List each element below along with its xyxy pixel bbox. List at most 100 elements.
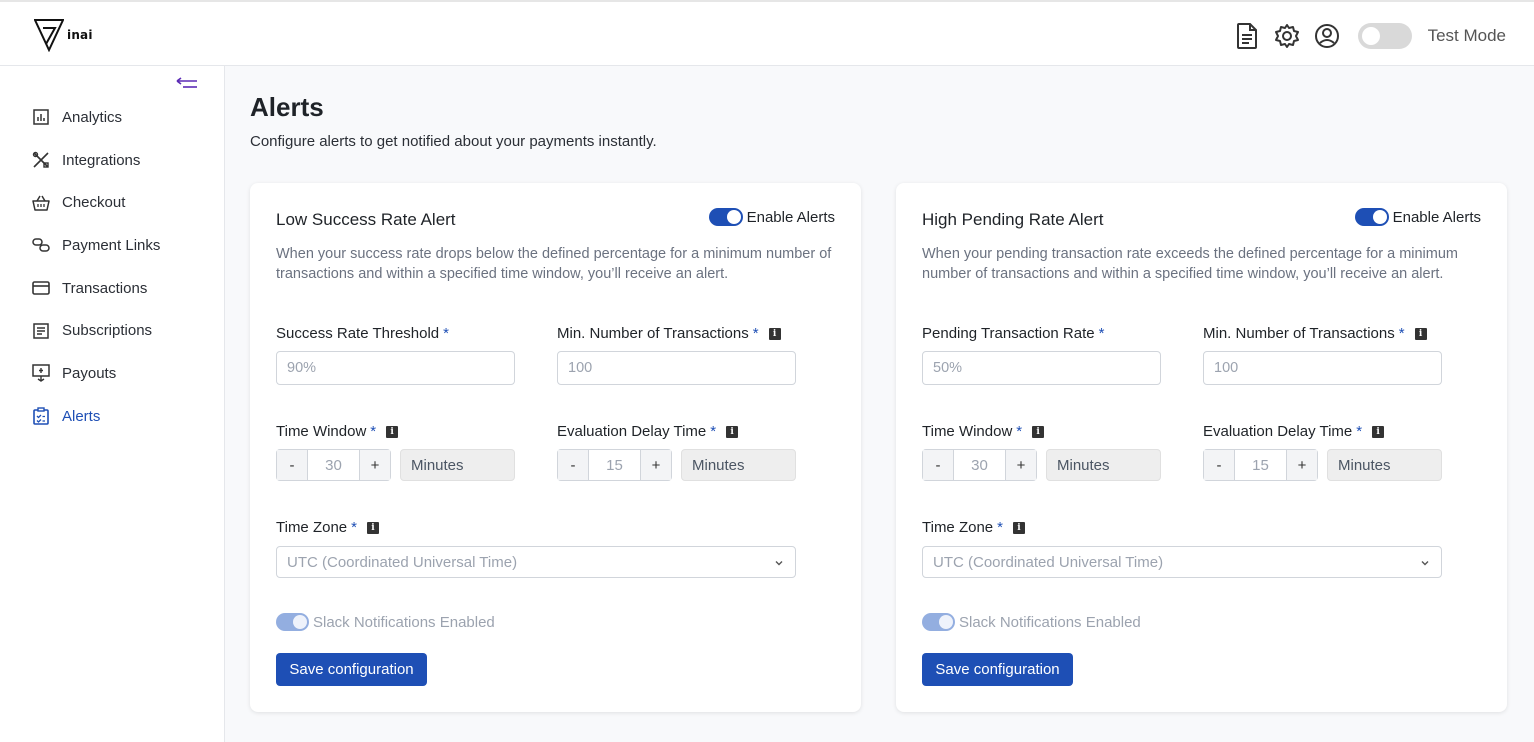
enable-alerts-label: Enable Alerts — [746, 208, 835, 226]
increment-button[interactable]: + — [359, 450, 390, 480]
required-mark: * — [997, 519, 1003, 536]
chevron-down-icon — [1421, 561, 1429, 566]
label-text: Evaluation Delay Time — [1203, 423, 1353, 440]
sidebar-item-analytics[interactable]: Analytics — [0, 96, 224, 139]
slack-notifications-label: Slack Notifications Enabled — [959, 613, 1141, 631]
info-icon[interactable]: i — [386, 425, 399, 438]
required-mark: * — [1398, 325, 1405, 342]
time-window-unit: Minutes — [400, 449, 515, 481]
enable-alerts-toggle[interactable] — [1354, 208, 1389, 226]
evaluation-delay-stepper: - 15 + — [1203, 449, 1318, 481]
pending-transaction-rate-label: Pending Transaction Rate * — [922, 325, 1104, 342]
min-transactions-label: Min. Number of Transactions * i — [557, 325, 781, 342]
test-mode-label: Test Mode — [1427, 26, 1506, 45]
slack-notifications-toggle[interactable] — [922, 613, 955, 631]
enable-alerts: Enable Alerts — [1354, 208, 1481, 226]
payout-icon — [32, 364, 50, 383]
page-title: Alerts — [250, 92, 324, 122]
time-window-stepper: - 30 + — [276, 449, 391, 481]
evaluation-delay-value[interactable]: 15 — [1235, 450, 1286, 480]
collapse-sidebar-button[interactable] — [174, 74, 200, 94]
info-icon[interactable]: i — [1414, 327, 1427, 340]
label-text: Evaluation Delay Time — [557, 423, 707, 440]
min-transactions-input[interactable]: 100 — [1203, 351, 1442, 385]
sidebar-item-payouts[interactable]: Payouts — [0, 352, 224, 395]
slack-notifications: Slack Notifications Enabled — [922, 613, 1141, 631]
success-rate-threshold-label: Success Rate Threshold * — [276, 325, 449, 342]
slack-notifications-label: Slack Notifications Enabled — [313, 613, 495, 631]
evaluation-delay-stepper: - 15 + — [557, 449, 672, 481]
required-mark: * — [370, 423, 377, 440]
save-configuration-button[interactable]: Save configuration — [276, 653, 427, 686]
sidebar-item-payment-links[interactable]: Payment Links — [0, 224, 224, 267]
decrement-button[interactable]: - — [277, 450, 308, 480]
info-icon[interactable]: i — [366, 521, 379, 534]
label-text: Time Zone — [276, 519, 348, 536]
time-zone-value: UTC (Coordinated Universal Time) — [933, 553, 1164, 571]
time-window-label: Time Window * i — [922, 423, 1045, 440]
sidebar-item-alerts[interactable]: Alerts — [0, 395, 224, 438]
success-rate-threshold-input[interactable]: 90% — [276, 351, 515, 385]
card-title: Low Success Rate Alert — [276, 210, 456, 229]
sidebar-item-label: Checkout — [62, 194, 126, 212]
time-window-value[interactable]: 30 — [308, 450, 359, 480]
label-text: Min. Number of Transactions — [557, 325, 749, 342]
sidebar-nav: Analytics Integrations Checkout Payment … — [0, 96, 224, 438]
min-transactions-label: Min. Number of Transactions * i — [1203, 325, 1427, 342]
save-configuration-button[interactable]: Save configuration — [922, 653, 1073, 686]
enable-alerts-toggle[interactable] — [708, 208, 743, 226]
required-mark: * — [1356, 423, 1363, 440]
time-zone-select[interactable]: UTC (Coordinated Universal Time) — [922, 546, 1442, 578]
logo-mark-icon — [34, 19, 64, 52]
decrement-button[interactable]: - — [923, 450, 954, 480]
gear-icon[interactable] — [1274, 23, 1300, 49]
time-window-value[interactable]: 30 — [954, 450, 1005, 480]
main-content: Alerts Configure alerts to get notified … — [225, 66, 1534, 742]
time-window-stepper: - 30 + — [922, 449, 1037, 481]
increment-button[interactable]: + — [1005, 450, 1036, 480]
time-zone-select[interactable]: UTC (Coordinated Universal Time) — [276, 546, 796, 578]
low-success-rate-alert-card: Low Success Rate Alert Enable Alerts Whe… — [250, 183, 861, 712]
time-window-label: Time Window * i — [276, 423, 399, 440]
info-icon[interactable]: i — [768, 327, 781, 340]
brand-logo[interactable]: inai — [34, 18, 93, 52]
info-icon[interactable]: i — [1032, 425, 1045, 438]
sidebar-item-checkout[interactable]: Checkout — [0, 181, 224, 224]
info-icon[interactable]: i — [726, 425, 739, 438]
user-circle-icon[interactable] — [1314, 23, 1340, 49]
enable-alerts-label: Enable Alerts — [1392, 208, 1481, 226]
label-text: Time Window — [276, 423, 367, 440]
sidebar-item-subscriptions[interactable]: Subscriptions — [0, 309, 224, 352]
collapse-arrows-icon — [176, 77, 197, 88]
brand-name: inai — [67, 28, 93, 42]
test-mode-toggle[interactable] — [1357, 23, 1412, 49]
required-mark: * — [1016, 423, 1023, 440]
sidebar: Analytics Integrations Checkout Payment … — [0, 66, 225, 742]
required-mark: * — [351, 519, 357, 536]
chevron-down-icon — [775, 561, 783, 566]
evaluation-delay-value[interactable]: 15 — [589, 450, 640, 480]
document-icon[interactable] — [1234, 23, 1260, 49]
info-icon[interactable]: i — [1012, 521, 1025, 534]
decrement-button[interactable]: - — [1204, 450, 1235, 480]
decrement-button[interactable]: - — [558, 450, 589, 480]
pending-transaction-rate-input[interactable]: 50% — [922, 351, 1161, 385]
card-description: When your success rate drops below the d… — [276, 246, 832, 282]
basket-icon — [32, 194, 50, 212]
label-text: Min. Number of Transactions — [1203, 325, 1395, 342]
sidebar-item-integrations[interactable]: Integrations — [0, 139, 224, 182]
required-mark: * — [752, 325, 759, 342]
card-title: High Pending Rate Alert — [922, 210, 1104, 229]
increment-button[interactable]: + — [640, 450, 671, 480]
min-transactions-input[interactable]: 100 — [557, 351, 796, 385]
high-pending-rate-alert-card: High Pending Rate Alert Enable Alerts Wh… — [896, 183, 1507, 712]
info-icon[interactable]: i — [1372, 425, 1385, 438]
bar-chart-icon — [32, 108, 50, 126]
label-text: Time Zone — [922, 519, 994, 536]
card-description: When your pending transaction rate excee… — [922, 246, 1459, 282]
clipboard-check-icon — [32, 407, 50, 425]
increment-button[interactable]: + — [1286, 450, 1317, 480]
sidebar-item-transactions[interactable]: Transactions — [0, 267, 224, 310]
slack-notifications-toggle[interactable] — [276, 613, 309, 631]
time-window-unit: Minutes — [1046, 449, 1161, 481]
